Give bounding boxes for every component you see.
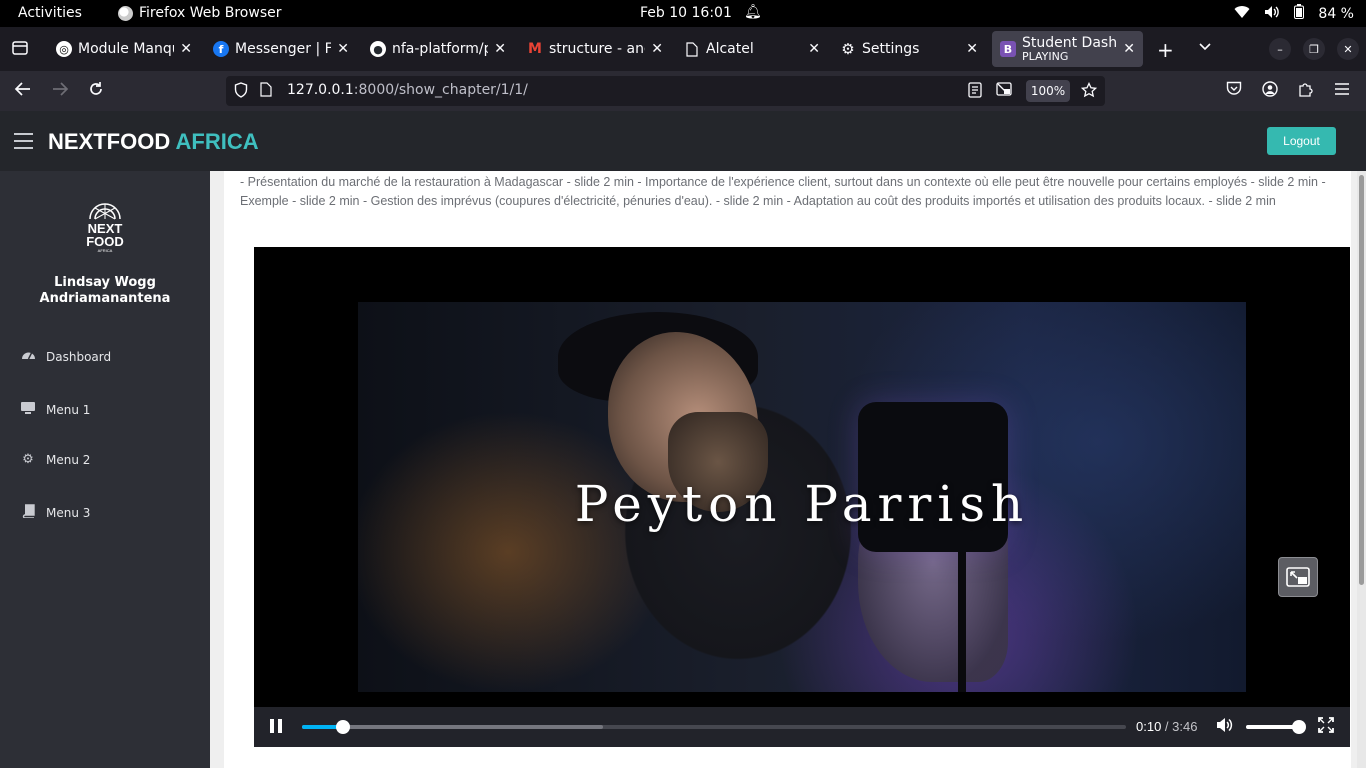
volume-icon <box>1264 5 1280 23</box>
sidebar-item-dashboard[interactable]: Dashboard <box>20 348 111 365</box>
close-icon[interactable]: ✕ <box>337 41 349 57</box>
sidebar-toggle-icon[interactable] <box>14 133 33 154</box>
fullscreen-icon[interactable] <box>1318 717 1334 737</box>
volume-slider[interactable] <box>1246 720 1307 734</box>
video-time: 0:10 / 3:46 <box>1136 719 1198 734</box>
tab-module-manqu[interactable]: ◎ Module Manqu ✕ <box>56 33 192 65</box>
list-tabs-button[interactable] <box>1198 39 1212 58</box>
video-caption-text: Peyton Parrish <box>574 475 1030 533</box>
facebook-icon: f <box>213 41 229 57</box>
system-top-bar: Activities Firefox Web Browser Feb 10 16… <box>0 0 1366 27</box>
sidebar-item-menu-3[interactable]: Menu 3 <box>20 504 90 522</box>
pip-blocked-icon[interactable] <box>996 82 1012 100</box>
main-content: - Présentation du marché de la restaurat… <box>210 171 1366 768</box>
close-icon[interactable]: ✕ <box>494 41 506 57</box>
page-icon <box>684 41 700 57</box>
app-header: NEXTFOOD AFRICA Logout <box>0 111 1366 171</box>
battery-icon <box>1294 4 1305 23</box>
clock[interactable]: Feb 10 16:01 <box>640 5 732 21</box>
notification-bell-icon: 🔔︎ <box>744 4 762 20</box>
tab-nfa-platform[interactable]: ● nfa-platform/p ✕ <box>370 33 506 65</box>
navigation-toolbar: 127.0.0.1:8000/show_chapter/1/1/ 100% <box>0 71 1366 111</box>
back-arrow-icon[interactable] <box>14 81 32 102</box>
app-name: Firefox Web Browser <box>139 5 282 21</box>
volume-level <box>1246 725 1300 729</box>
restore-button[interactable]: ❐ <box>1303 38 1325 60</box>
minimize-button[interactable]: – <box>1269 38 1291 60</box>
chapter-card: - Présentation du marché de la restaurat… <box>224 171 1351 768</box>
page-icon[interactable] <box>260 82 272 101</box>
close-icon[interactable]: ✕ <box>651 41 663 57</box>
tracking-shield-icon[interactable] <box>234 82 248 102</box>
picture-in-picture-toggle[interactable] <box>1278 557 1318 597</box>
app-menu[interactable]: Firefox Web Browser <box>118 5 282 21</box>
chatgpt-icon: ◎ <box>56 41 72 57</box>
chapter-description: - Présentation du marché de la restaurat… <box>240 175 1326 208</box>
bootstrap-icon: B <box>1000 41 1016 57</box>
extensions-icon[interactable] <box>1298 81 1314 102</box>
book-icon <box>20 504 36 522</box>
activities-button[interactable]: Activities <box>18 5 82 21</box>
user-name: Lindsay Wogg Andriamanantena <box>39 275 171 306</box>
sidebar: NEXT FOOD AFRICA Lindsay Wogg Andriamana… <box>0 171 210 768</box>
svg-text:FOOD: FOOD <box>86 234 124 249</box>
sidebar-item-menu-2[interactable]: ⚙ Menu 2 <box>20 452 90 467</box>
logout-button[interactable]: Logout <box>1267 127 1336 155</box>
github-icon: ● <box>370 41 386 57</box>
forward-arrow-icon[interactable] <box>51 81 69 102</box>
system-tray[interactable]: 84 % <box>1234 4 1354 23</box>
dashboard-icon <box>20 348 36 365</box>
close-icon[interactable]: ✕ <box>808 41 820 57</box>
pip-icon <box>1286 567 1310 587</box>
video-player[interactable]: Peyton Parrish 0:10 / 3:46 <box>254 247 1350 747</box>
monitor-icon <box>20 401 36 419</box>
close-window-button[interactable]: ✕ <box>1337 38 1359 60</box>
hamburger-menu-icon[interactable] <box>1334 81 1350 101</box>
tab-settings[interactable]: ⚙ Settings ✕ <box>840 33 978 65</box>
seek-thumb[interactable] <box>336 720 351 734</box>
close-icon[interactable]: ✕ <box>1123 41 1135 57</box>
firefox-icon <box>118 5 133 21</box>
close-icon[interactable]: ✕ <box>180 41 192 57</box>
gear-icon: ⚙ <box>841 40 855 58</box>
battery-percent: 84 % <box>1318 5 1354 22</box>
video-controls: 0:10 / 3:46 <box>254 707 1350 747</box>
url-bar[interactable]: 127.0.0.1:8000/show_chapter/1/1/ 100% <box>226 76 1105 106</box>
volume-icon[interactable] <box>1216 717 1234 737</box>
pause-icon[interactable] <box>270 719 284 735</box>
tab-structure[interactable]: M structure - and ✕ <box>527 33 663 65</box>
close-icon[interactable]: ✕ <box>966 41 978 57</box>
tab-messenger[interactable]: f Messenger | Fa ✕ <box>213 33 349 65</box>
scrollbar-thumb[interactable] <box>1359 175 1364 585</box>
playing-label: PLAYING <box>1022 49 1069 63</box>
page-scrollbar[interactable] <box>1357 171 1366 768</box>
firefox-view-icon[interactable] <box>12 40 28 59</box>
sidebar-item-menu-1[interactable]: Menu 1 <box>20 401 90 419</box>
tab-strip: ◎ Module Manqu ✕ f Messenger | Fa ✕ ● nf… <box>0 27 1366 71</box>
volume-thumb[interactable] <box>1292 720 1307 734</box>
url-text[interactable]: 127.0.0.1:8000/show_chapter/1/1/ <box>287 82 528 98</box>
zoom-level[interactable]: 100% <box>1026 80 1070 102</box>
brand-logo-text[interactable]: NEXTFOOD AFRICA <box>48 129 259 155</box>
account-icon[interactable] <box>1262 81 1278 102</box>
tab-alcatel[interactable]: Alcatel ✕ <box>684 33 820 65</box>
new-tab-button[interactable]: + <box>1157 38 1174 62</box>
tab-student-dashboard[interactable]: B Student Dashb PLAYING ✕ <box>992 31 1143 67</box>
pocket-icon[interactable] <box>1226 81 1242 101</box>
svg-text:AFRICA: AFRICA <box>98 248 113 253</box>
gmail-icon: M <box>528 41 542 57</box>
wifi-icon <box>1234 5 1250 23</box>
seek-bar[interactable] <box>302 720 1126 734</box>
cogs-icon: ⚙ <box>22 452 34 467</box>
reader-view-icon[interactable] <box>968 82 982 102</box>
nextfood-logo: NEXT FOOD AFRICA <box>80 201 130 253</box>
video-frame[interactable]: Peyton Parrish <box>358 247 1246 707</box>
reload-icon[interactable] <box>88 81 104 102</box>
bookmark-star-icon[interactable] <box>1080 81 1098 102</box>
